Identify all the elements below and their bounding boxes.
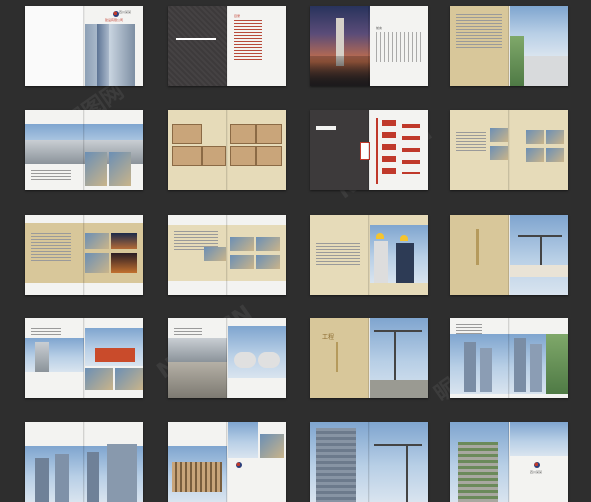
spread-plant[interactable] <box>25 318 143 398</box>
spread-org-chart[interactable] <box>310 110 428 190</box>
preface-heading: 前言 <box>376 26 383 30</box>
spread-tower-cranes[interactable] <box>310 422 428 502</box>
spread-site[interactable] <box>25 110 143 190</box>
spread-team[interactable] <box>310 215 428 295</box>
brochure-preview-canvas: { "watermark": {"cn": "昵图网", "en": "NIPI… <box>0 0 591 502</box>
spread-sites-c[interactable] <box>168 215 286 295</box>
spread-section-engineering[interactable]: 工程 <box>310 318 428 398</box>
company-subtitle: 建设有限公司 <box>105 18 124 22</box>
spread-construction[interactable] <box>168 422 286 502</box>
spread-highrise[interactable] <box>25 422 143 502</box>
spread-section-cranes[interactable] <box>450 215 568 295</box>
company-logo-icon <box>534 462 540 468</box>
section-title: 工程 <box>322 334 335 341</box>
spread-back-cover[interactable]: 四川某某 <box>450 422 568 502</box>
spread-intro[interactable] <box>450 6 568 86</box>
spread-preface[interactable]: 前言 <box>310 6 428 86</box>
spread-mixers[interactable] <box>168 318 286 398</box>
back-company-name: 四川某某 <box>530 470 543 474</box>
spread-certificates[interactable] <box>168 110 286 190</box>
spread-towers[interactable] <box>450 318 568 398</box>
contents-heading: 目录 <box>234 14 241 18</box>
spread-projects-a[interactable] <box>450 110 568 190</box>
company-name: 四川某某 <box>119 10 132 14</box>
spread-contents[interactable]: 目录 <box>168 6 286 86</box>
spread-cover[interactable]: 四川某某 建设有限公司 <box>25 6 143 86</box>
spread-sites-b[interactable] <box>25 215 143 295</box>
company-logo-icon <box>236 462 242 468</box>
